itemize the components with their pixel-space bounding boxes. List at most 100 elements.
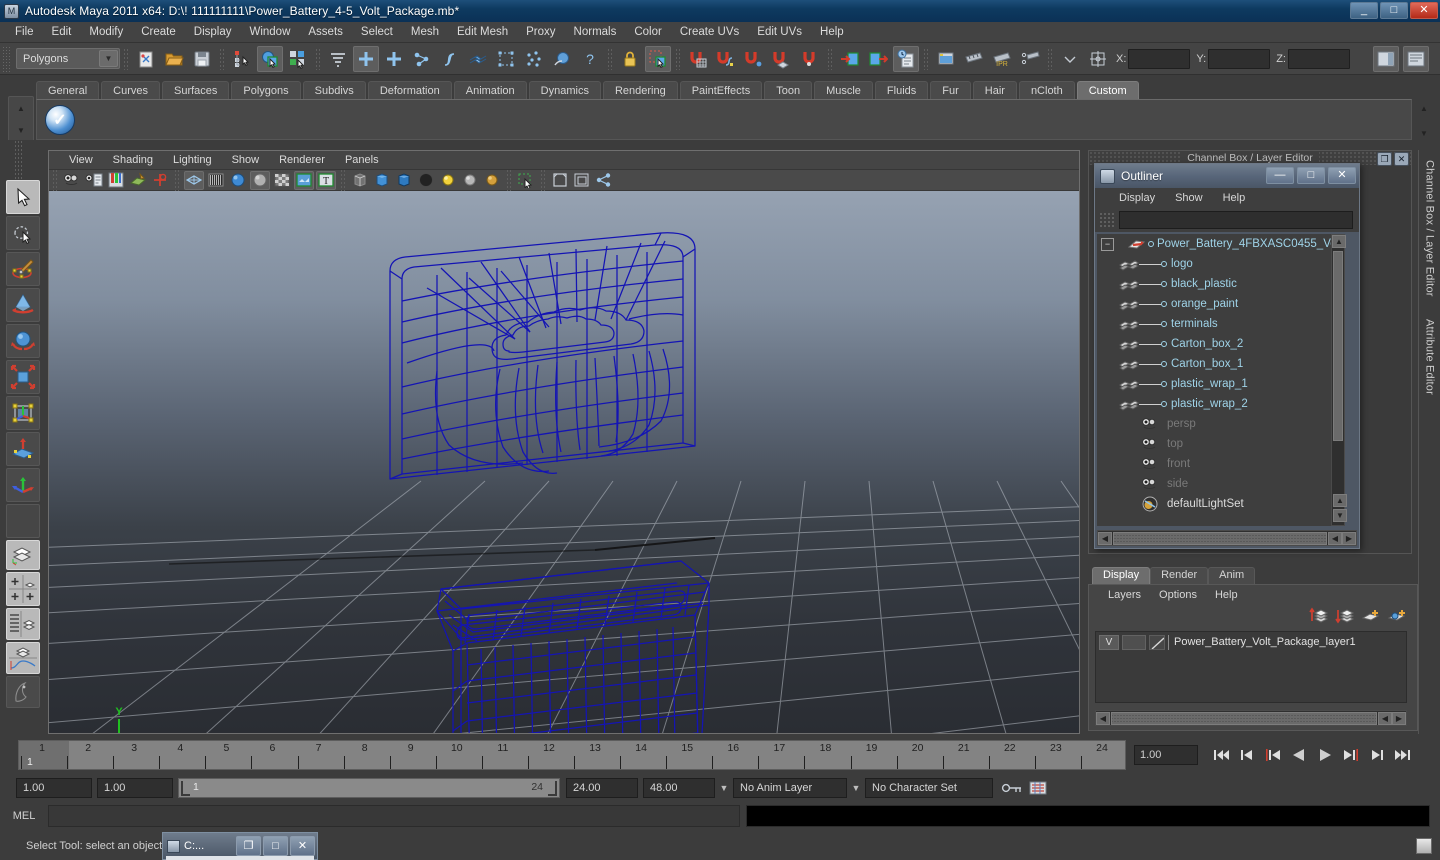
tab-display[interactable]: Display xyxy=(1092,567,1151,584)
hotbox-layout-button[interactable] xyxy=(6,676,40,708)
toolbar-gripper[interactable] xyxy=(2,45,10,72)
attribute-editor-side-tab[interactable]: Attribute Editor xyxy=(1424,319,1436,395)
select-mask-dynamics-icon[interactable] xyxy=(521,46,547,72)
outliner-row-top[interactable]: top xyxy=(1097,434,1345,454)
range-start-handle[interactable] xyxy=(181,781,190,796)
outliner-row-carton-box-2[interactable]: Carton_box_2 xyxy=(1097,334,1345,354)
menu-file[interactable]: File xyxy=(6,24,43,40)
new-layer-from-selected-icon[interactable] xyxy=(1387,607,1407,625)
chevron-up-icon[interactable]: ▲ xyxy=(1420,104,1428,113)
layer-menu-help[interactable]: Help xyxy=(1206,588,1247,602)
select-camera-icon[interactable] xyxy=(62,171,82,190)
go-to-end-button[interactable] xyxy=(1391,744,1415,766)
minimize-button[interactable]: _ xyxy=(1350,2,1378,19)
command-language-label[interactable]: MEL xyxy=(0,810,48,822)
menu-create[interactable]: Create xyxy=(132,24,185,40)
console-restore-button[interactable]: ❐ xyxy=(236,836,261,856)
menu-select[interactable]: Select xyxy=(352,24,402,40)
wireframe-shading-icon[interactable] xyxy=(184,170,204,190)
scroll-down-button[interactable]: ▼ xyxy=(1333,509,1347,522)
step-forward-frame-button[interactable] xyxy=(1339,744,1363,766)
outliner-search-input[interactable] xyxy=(1119,211,1353,229)
auto-key-icon[interactable] xyxy=(1001,780,1023,796)
scroll-thumb[interactable] xyxy=(1111,711,1377,725)
outliner-row-carton-box-1[interactable]: Carton_box_1 xyxy=(1097,354,1345,374)
scroll-thumb[interactable] xyxy=(1113,531,1327,545)
camera-attributes-icon[interactable] xyxy=(84,171,104,190)
step-back-frame-button[interactable] xyxy=(1261,744,1285,766)
snap-to-view-plane-icon[interactable] xyxy=(797,46,823,72)
outliner-menu-display[interactable]: Display xyxy=(1109,191,1165,205)
render-current-frame-icon[interactable] xyxy=(961,46,987,72)
construction-history-icon[interactable] xyxy=(893,45,919,72)
viewport-menu-show[interactable]: Show xyxy=(222,153,270,167)
menu-edit-mesh[interactable]: Edit Mesh xyxy=(448,24,517,40)
layer-visibility-toggle[interactable]: V xyxy=(1099,634,1119,650)
viewport-menu-renderer[interactable]: Renderer xyxy=(269,153,335,167)
highlight-selection-icon[interactable] xyxy=(645,45,671,72)
shelf-tab-deformation[interactable]: Deformation xyxy=(367,81,452,99)
default-material-icon[interactable] xyxy=(372,171,392,190)
scroll-right-button[interactable]: ▶ xyxy=(1342,531,1356,545)
exposure-control-icon[interactable] xyxy=(572,171,592,190)
shelf-tab-toon[interactable]: Toon xyxy=(764,81,813,99)
scroll-right-button[interactable]: ▶ xyxy=(1392,711,1406,725)
outliner-tree[interactable]: − Power_Battery_4FBXASC0455_Vol logo bla… xyxy=(1097,234,1345,526)
play-forwards-button[interactable] xyxy=(1313,744,1337,766)
shelf-tab-subdivs[interactable]: Subdivs xyxy=(302,81,366,99)
menu-set-selector[interactable]: Polygons ▼ xyxy=(16,48,120,69)
outliner-row-root[interactable]: − Power_Battery_4FBXASC0455_Vol xyxy=(1097,234,1345,254)
bookmark-icon[interactable] xyxy=(106,171,126,190)
toolbox-gripper[interactable] xyxy=(14,140,23,180)
lock-selection-icon[interactable] xyxy=(617,46,643,72)
menu-normals[interactable]: Normals xyxy=(565,24,626,40)
smooth-shade-selected-icon[interactable] xyxy=(228,171,248,190)
menu-color[interactable]: Color xyxy=(625,24,670,40)
image-plane-icon[interactable] xyxy=(128,171,148,190)
outliner-row-plastic-wrap-2[interactable]: plastic_wrap_2 xyxy=(1097,394,1345,414)
filter-icon[interactable] xyxy=(1099,212,1115,228)
snap-to-point-icon[interactable] xyxy=(741,46,767,72)
scroll-up-button[interactable]: ▲ xyxy=(1332,235,1346,248)
shelf-tab-rendering[interactable]: Rendering xyxy=(602,81,678,99)
select-by-hierarchy-icon[interactable] xyxy=(229,46,255,72)
outliner-close-button[interactable]: ✕ xyxy=(1328,167,1356,184)
select-by-object-type-icon[interactable] xyxy=(257,45,283,72)
render-settings-icon[interactable] xyxy=(1017,46,1043,72)
move-tool-button[interactable] xyxy=(6,288,40,322)
snap-to-projected-center-icon[interactable] xyxy=(769,46,795,72)
input-connections-icon[interactable] xyxy=(837,46,863,72)
move-layer-down-icon[interactable] xyxy=(1335,607,1355,625)
viewport-menu-shading[interactable]: Shading xyxy=(103,153,163,167)
two-d-pan-zoom-icon[interactable] xyxy=(150,171,170,190)
shelf-tab-muscle[interactable]: Muscle xyxy=(814,81,873,99)
all-lights-icon[interactable] xyxy=(438,171,458,190)
smooth-shade-all-icon[interactable] xyxy=(206,171,226,190)
text-display-icon[interactable]: T xyxy=(316,170,336,190)
playback-end-time-field[interactable]: 24.00 xyxy=(566,778,638,798)
outliner-row-plastic-wrap-1[interactable]: plastic_wrap_1 xyxy=(1097,374,1345,394)
move-layer-up-icon[interactable] xyxy=(1309,607,1329,625)
layout-four-view-button[interactable] xyxy=(6,572,40,606)
rotate-tool-button[interactable] xyxy=(6,324,40,358)
outliner-row-logo[interactable]: logo xyxy=(1097,254,1345,274)
shelf-tab-surfaces[interactable]: Surfaces xyxy=(161,81,230,99)
select-mask-deformations-icon[interactable] xyxy=(493,46,519,72)
tool-settings-slot[interactable] xyxy=(6,504,40,538)
shelf-tab-painteffects[interactable]: PaintEffects xyxy=(679,81,763,99)
x-coord-field[interactable] xyxy=(1128,48,1191,69)
ipr-render-icon[interactable]: IPR xyxy=(989,46,1015,72)
backface-culling-icon[interactable] xyxy=(416,171,436,190)
layer-list[interactable]: V Power_Battery_Volt_Package_layer1 xyxy=(1095,631,1407,703)
select-mask-leaf-icon[interactable] xyxy=(381,46,407,72)
tab-anim[interactable]: Anim xyxy=(1208,567,1256,584)
isolate-select-icon[interactable] xyxy=(516,171,536,190)
snap-to-curve-icon[interactable] xyxy=(713,46,739,72)
menu-edit-uvs[interactable]: Edit UVs xyxy=(748,24,811,40)
wireframe-on-shaded-icon[interactable] xyxy=(250,170,270,190)
anim-layer-field[interactable]: No Anim Layer xyxy=(733,778,847,798)
range-slider-bar[interactable]: 1 24 xyxy=(178,778,560,798)
scroll-right-outer-button[interactable]: ◀ xyxy=(1328,531,1342,545)
outliner-minimize-button[interactable]: — xyxy=(1266,167,1294,184)
current-time-field[interactable]: 1.00 xyxy=(1134,745,1198,765)
